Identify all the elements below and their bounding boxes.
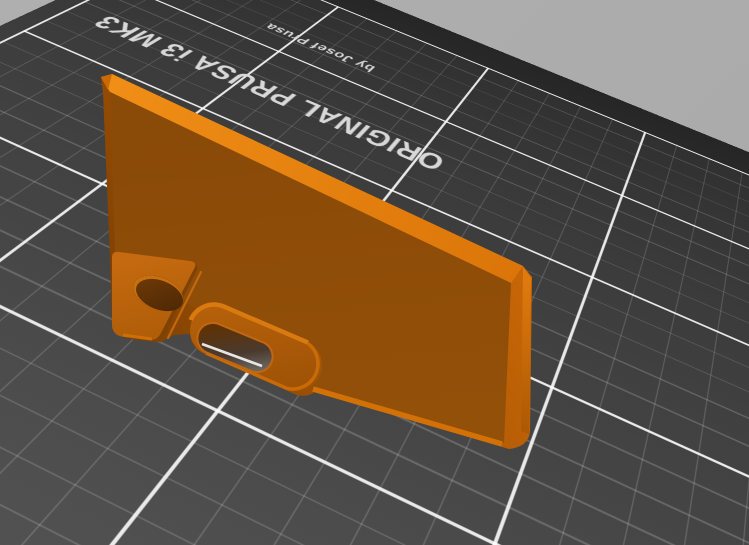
bed-label-subtitle: by Josef Prusa (261, 21, 378, 75)
print-bed: ORIGINAL PRUSA i3 MK3 by Josef Prusa (0, 0, 749, 545)
slicer-3d-viewport[interactable]: ORIGINAL PRUSA i3 MK3 by Josef Prusa (0, 0, 749, 545)
